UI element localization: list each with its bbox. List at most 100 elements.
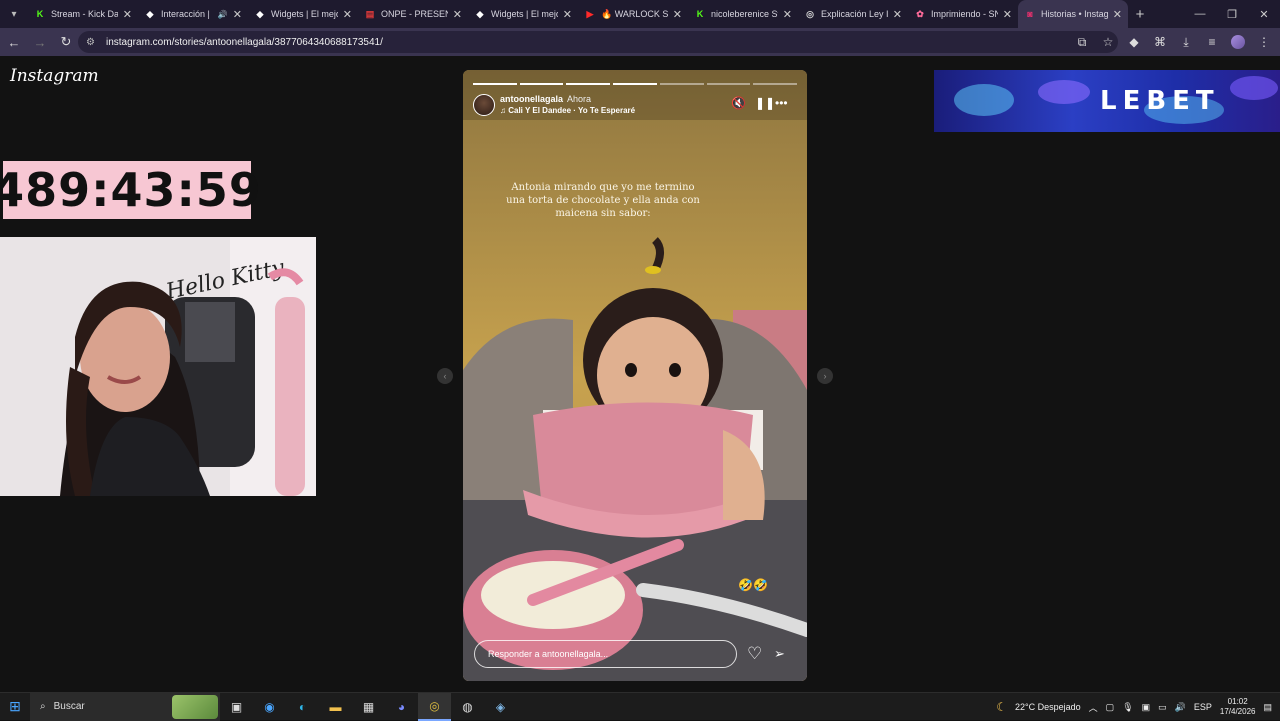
extensions-puzzle-icon[interactable]: ⌘: [1148, 30, 1172, 54]
media-control-icon[interactable]: ≡: [1200, 30, 1224, 54]
tab-title: Stream - Kick Das: [51, 9, 118, 19]
tab-close-icon[interactable]: ✕: [783, 8, 792, 21]
tab-close-icon[interactable]: ✕: [1113, 8, 1122, 21]
lebet-ad-banner[interactable]: LEBET: [934, 70, 1280, 132]
tab-title: 🔥 WARLOCK Sup: [601, 8, 668, 19]
more-options-icon[interactable]: •••: [775, 96, 788, 110]
tab-close-icon[interactable]: ✕: [233, 8, 242, 21]
browser-tab[interactable]: K Stream - Kick Das ✕: [28, 0, 138, 28]
story-timestamp: Ahora: [567, 94, 592, 104]
edge-icon[interactable]: ◐: [286, 693, 319, 721]
tab-close-icon[interactable]: ✕: [563, 8, 572, 21]
forward-button[interactable]: →: [28, 30, 52, 54]
tab-close-icon[interactable]: ✕: [1003, 8, 1012, 21]
tray-network-icon[interactable]: ▭: [1158, 702, 1167, 713]
tab-title: Explicación Ley In: [821, 9, 888, 19]
new-tab-button[interactable]: +: [1128, 6, 1152, 23]
story-viewer[interactable]: antoonellagala Ahora ♫ Cali Y El Dandee …: [463, 70, 807, 681]
search-label: Buscar: [53, 701, 85, 712]
chrome-icon[interactable]: ◎: [418, 692, 451, 721]
story-emoji-sticker: 🤣🤣: [738, 578, 768, 592]
browser-tab[interactable]: ◆ Interacción | L 🔊 ✕: [138, 0, 248, 28]
story-music-label[interactable]: ♫ Cali Y El Dandee · Yo Te Esperaré: [500, 106, 635, 115]
tab-favicon-icon: ◆: [146, 8, 154, 19]
file-explorer-icon[interactable]: ▬: [319, 693, 352, 721]
system-tray: ☾ 22°C Despejado ︿ ▢ 🎙 ▣ ▭ 🔊 ESP 01:02 1…: [996, 693, 1280, 721]
weather-text[interactable]: 22°C Despejado: [1015, 702, 1081, 712]
tab-close-icon[interactable]: ✕: [453, 8, 462, 21]
music-icon: ♫: [500, 106, 509, 115]
tab-close-icon[interactable]: ✕: [673, 8, 682, 21]
tab-favicon-icon: ◆: [476, 8, 484, 19]
steam-icon[interactable]: ◈: [484, 693, 517, 721]
site-info-icon[interactable]: ⚙: [86, 37, 100, 48]
browser-tab[interactable]: ▶ 🔥 WARLOCK Sup ✕: [578, 0, 688, 28]
tray-app-icon[interactable]: ▢: [1106, 702, 1115, 713]
prev-story-arrow[interactable]: ‹: [437, 368, 453, 384]
minimize-button[interactable]: —: [1184, 0, 1216, 28]
toolbar: ← → ↻ ⚙ instagram.com/stories/antoonella…: [0, 28, 1280, 56]
search-highlight-image: [172, 694, 218, 719]
menu-kebab-icon[interactable]: ⋮: [1252, 30, 1276, 54]
story-progress-bar: [473, 83, 798, 85]
tab-title: Widgets | El mejo: [271, 9, 338, 19]
tab-close-icon[interactable]: ✕: [343, 8, 352, 21]
story-progress-segment: [659, 83, 704, 85]
tab-audio-icon[interactable]: 🔊: [218, 10, 228, 19]
address-bar[interactable]: ⚙ instagram.com/stories/antoonellagala/3…: [78, 31, 1118, 53]
browser-tab[interactable]: ◎ Explicación Ley In ✕: [798, 0, 908, 28]
tab-title: Widgets | El mejo: [491, 9, 558, 19]
install-app-icon[interactable]: ⧉: [1070, 30, 1094, 54]
share-send-icon[interactable]: ➢: [774, 646, 785, 662]
like-heart-icon[interactable]: ♡: [747, 644, 762, 664]
mute-icon[interactable]: 🔇: [731, 96, 746, 110]
reload-button[interactable]: ↻: [54, 30, 78, 54]
story-username[interactable]: antoonellagala: [500, 94, 563, 104]
tray-overflow-icon[interactable]: ︿: [1089, 701, 1098, 714]
reply-input[interactable]: Responder a antoonellagala...: [474, 640, 737, 668]
story-progress-segment: [519, 83, 564, 85]
banner-text: LEBET: [1100, 86, 1220, 116]
store-icon[interactable]: ▦: [352, 693, 385, 721]
taskbar-search[interactable]: ⌕ Buscar: [30, 692, 220, 721]
story-progress-segment: [613, 83, 657, 85]
instagram-logo[interactable]: Instagram: [10, 66, 99, 86]
bookmark-star-icon[interactable]: ☆: [1096, 30, 1120, 54]
search-icon: ⌕: [40, 701, 46, 712]
pause-icon[interactable]: ❚❚: [755, 96, 775, 110]
browser-tab[interactable]: ◙ Historias • Instag ✕: [1018, 0, 1128, 28]
browser-tab[interactable]: ◆ Widgets | El mejo ✕: [248, 0, 358, 28]
browser-tab[interactable]: ✿ Imprimiendo - SN ✕: [908, 0, 1018, 28]
browser-tab[interactable]: Knicoleberenice St ✕: [688, 0, 798, 28]
tab-title: ONPE - PRESENTA: [381, 9, 448, 19]
story-progress-segment: [753, 83, 798, 85]
tab-title: Historias • Instag: [1041, 9, 1108, 19]
next-story-arrow[interactable]: ›: [817, 368, 833, 384]
discord-icon[interactable]: ◕: [385, 693, 418, 721]
tab-close-icon[interactable]: ✕: [893, 8, 902, 21]
browser-tab[interactable]: ▤ ONPE - PRESENTA ✕: [358, 0, 468, 28]
notifications-icon[interactable]: ▤: [1263, 702, 1272, 713]
restore-button[interactable]: ❐: [1216, 0, 1248, 28]
close-window-button[interactable]: ✕: [1248, 0, 1280, 28]
volume-icon[interactable]: 🔊: [1175, 702, 1186, 713]
browser-tab[interactable]: ◆ Widgets | El mejo ✕: [468, 0, 578, 28]
story-header: antoonellagala Ahora ♫ Cali Y El Dandee …: [473, 92, 797, 118]
obs-icon[interactable]: ◍: [451, 693, 484, 721]
task-view-icon[interactable]: ▣: [220, 693, 253, 721]
microphone-icon[interactable]: 🎙: [1122, 702, 1133, 713]
start-windows-icon[interactable]: ⊞: [0, 693, 30, 721]
language-indicator[interactable]: ESP: [1194, 702, 1212, 712]
downloads-icon[interactable]: ⤓: [1174, 30, 1198, 54]
widgets-icon[interactable]: ◉: [253, 693, 286, 721]
story-progress-segment: [706, 83, 751, 85]
profile-avatar[interactable]: [1231, 35, 1245, 49]
tray-box-icon[interactable]: ▣: [1142, 702, 1151, 713]
tab-close-icon[interactable]: ✕: [123, 8, 132, 21]
story-avatar[interactable]: [473, 94, 495, 116]
stream-timer-overlay: 489:43:59: [0, 161, 262, 219]
clock[interactable]: 01:02 17/4/2026: [1220, 697, 1256, 717]
tab-search-button[interactable]: ▾: [0, 0, 28, 28]
back-button[interactable]: ←: [2, 30, 26, 54]
extension-diamond-icon[interactable]: ◆: [1122, 30, 1146, 54]
